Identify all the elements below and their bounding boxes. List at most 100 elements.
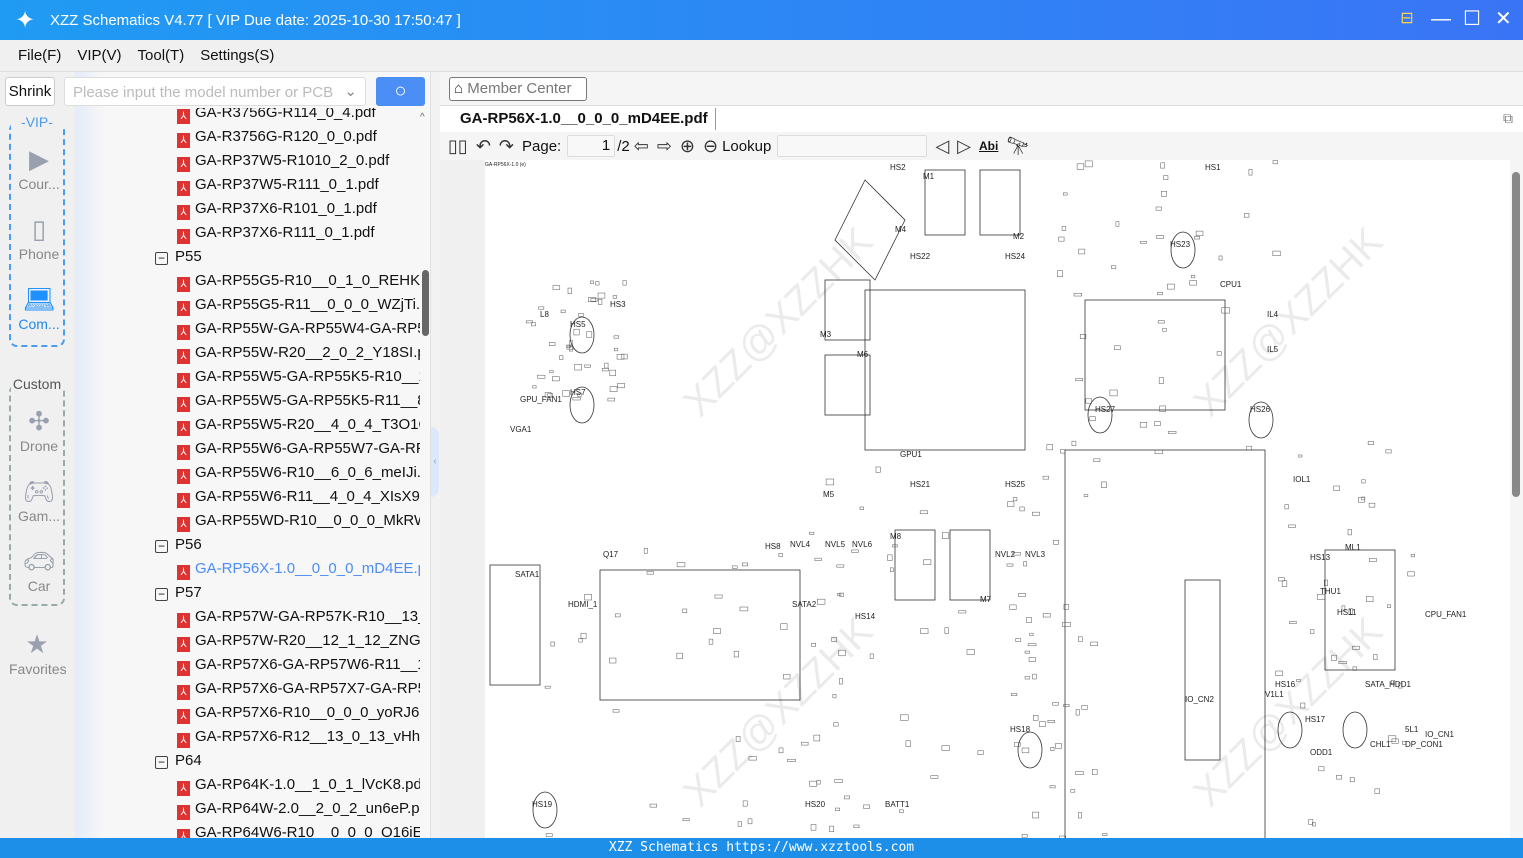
collapse-toggle-icon[interactable]: −: [155, 252, 168, 265]
component-mark: [905, 740, 911, 747]
menu-tool[interactable]: Tool(T): [138, 47, 185, 64]
component-mark: [1154, 449, 1163, 455]
minimize-button[interactable]: —: [1431, 8, 1451, 30]
tree-item-label: GA-RP55W6-R10__6_0_6_meIJi.pdf: [195, 464, 420, 481]
tree-file[interactable]: ⅄ GA-RP57X6-GA-RP57W6-R11__1: [177, 653, 420, 677]
tree-file[interactable]: ⅄ GA-RP55W-GA-RP55W4-GA-RP55: [177, 317, 420, 341]
status-bar: XZZ Schematics https://www.xzztools.com: [0, 838, 1523, 858]
close-button[interactable]: ✕: [1495, 8, 1512, 30]
tree-file[interactable]: ⅄ GA-RP55W6-R10__6_0_6_meIJi.pdf: [177, 461, 420, 485]
component-mark: [1077, 636, 1083, 642]
component-mark: [1028, 657, 1036, 662]
document-scroll-thumb[interactable]: [1512, 172, 1520, 497]
tree-file[interactable]: ⅄ GA-R3756G-R114_0_4.pdf: [177, 108, 420, 125]
tree-file[interactable]: ⅄ GA-R3756G-R120_0_0.pdf: [177, 125, 420, 149]
panel-splitter[interactable]: ‹: [430, 72, 440, 838]
maximize-button[interactable]: ☐: [1463, 8, 1481, 30]
member-center-button[interactable]: ⌂ Member Center: [449, 77, 587, 101]
document-tab[interactable]: GA-RP56X-1.0__0_0_0_mD4EE.pdf: [460, 110, 708, 127]
menu-settings[interactable]: Settings(S): [200, 47, 274, 64]
binoculars-icon[interactable]: 🔭︎: [1006, 136, 1029, 157]
file-tree: ⅄ GA-R3756G-R114_0_4.pdf ⅄ GA-R3756G-R120_0…: [75, 108, 420, 838]
tree-item-label: GA-RP37W5-R1010_2_0.pdf: [195, 152, 390, 169]
tree-folder[interactable]: − P56: [155, 533, 202, 557]
menu-file[interactable]: File(F): [18, 47, 61, 64]
match-case-button[interactable]: Abi: [979, 139, 998, 153]
find-prev-icon[interactable]: ◁: [935, 136, 949, 157]
tree-file[interactable]: ⅄ GA-RP64W-2.0__2_0_2_un6eP.pdf: [177, 797, 420, 821]
collapse-toggle-icon[interactable]: −: [155, 756, 168, 769]
tree-file[interactable]: ⅄ GA-RP55W5-GA-RP55K5-R10__1: [177, 365, 420, 389]
component-mark: [839, 592, 844, 597]
component-label: HS25: [1005, 480, 1026, 489]
tree-file[interactable]: ⅄ GA-RP55W6-GA-RP55W7-GA-RP5: [177, 437, 420, 461]
tree-file[interactable]: ⅄ GA-RP55W6-R11__4_0_4_XIsX9.pdf: [177, 485, 420, 509]
tree-file[interactable]: ⅄ GA-RP37W5-R111_0_1.pdf: [177, 173, 420, 197]
rail-item-favorites[interactable]: ★ Favorites: [9, 627, 67, 677]
find-next-icon[interactable]: ▷: [957, 136, 971, 157]
tree-file[interactable]: ⅄ GA-RP64W6-R10__0_0_0_O16iE.pdf: [177, 821, 420, 838]
tree-file[interactable]: ⅄ GA-RP55W5-R20__4_0_4_T3O1Q.pdf: [177, 413, 420, 437]
component-mark: [1156, 235, 1164, 239]
tree-folder[interactable]: − P57: [155, 581, 202, 605]
tree-file[interactable]: ⅄ GA-RP64K-1.0__1_0_1_lVcK8.pdf: [177, 773, 420, 797]
shrink-button[interactable]: Shrink: [5, 77, 55, 106]
tree-scrollbar[interactable]: ^: [420, 108, 430, 838]
zoom-out-icon[interactable]: ⊖: [703, 136, 718, 157]
document-canvas[interactable]: GA-RP56X-1.0 (e) HS2 M1 HS1 M4 M2 HS22 HS24 HS2…: [440, 160, 1510, 838]
tree-file[interactable]: ⅄ GA-RP37X6-R101_0_1.pdf: [177, 197, 420, 221]
rotate-right-icon[interactable]: ↷: [499, 136, 514, 157]
menu-vip[interactable]: VIP(V): [77, 47, 121, 64]
component-mark: [584, 364, 591, 368]
rail-item-drone[interactable]: ✣ Drone: [11, 404, 67, 454]
collapse-toggle-icon[interactable]: −: [155, 540, 168, 553]
rail-item-car[interactable]: 🚗︎ Car: [11, 544, 67, 594]
collapse-icon[interactable]: ‹: [431, 427, 439, 497]
page-input[interactable]: 1: [567, 135, 616, 157]
search-input[interactable]: Please input the model number or PCB ⌄: [64, 77, 366, 106]
chevron-down-icon[interactable]: ⌄: [344, 82, 357, 100]
tree-file[interactable]: ⅄ GA-RP37X6-R111_0_1.pdf: [177, 221, 420, 245]
tree-folder[interactable]: − P64: [155, 749, 202, 773]
close-tab-icon[interactable]: ⧉: [1503, 110, 1513, 127]
component-mark: [733, 650, 739, 658]
vip-bag-icon[interactable]: ⊟: [1399, 8, 1415, 30]
component-mark: [1027, 643, 1037, 647]
tree-file[interactable]: ⅄ GA-RP57X6-GA-RP57X7-GA-RP57: [177, 677, 420, 701]
tree-item-label: GA-R3756G-R120_0_0.pdf: [195, 128, 377, 145]
tree-file[interactable]: ⅄ GA-RP55WD-R10__0_0_0_MkRW: [177, 509, 420, 533]
two-page-icon[interactable]: ▯▯: [448, 136, 468, 157]
tree-file[interactable]: ⅄ GA-RP55W5-GA-RP55K5-R11__8: [177, 389, 420, 413]
tree-file[interactable]: ⅄ GA-RP57W-R20__12_1_12_ZNG8E: [177, 629, 420, 653]
scroll-thumb[interactable]: [422, 270, 429, 336]
tree-file[interactable]: ⅄ GA-RP55G5-R10__0_1_0_REHK8.pdf: [177, 269, 420, 293]
component-mark: [1058, 236, 1065, 242]
rotate-left-icon[interactable]: ↶: [476, 136, 491, 157]
component-mark: [714, 594, 723, 599]
search-button[interactable]: ○: [376, 77, 425, 106]
component-mark: [1246, 445, 1252, 451]
document-scrollbar[interactable]: [1510, 160, 1523, 838]
lookup-input[interactable]: [777, 135, 928, 157]
collapse-toggle-icon[interactable]: −: [155, 588, 168, 601]
rail-item-game[interactable]: 🎮︎ Gam...: [11, 474, 67, 524]
rail-item-course[interactable]: ▶ Cour...: [11, 142, 67, 192]
component-mark: [1060, 449, 1066, 454]
tree-file[interactable]: ⅄ GA-RP55G5-R11__0_0_0_WZjTi.pdf: [177, 293, 420, 317]
tree-file[interactable]: ⅄ GA-RP57X6-R10__0_0_0_yoRJ6.pdf: [177, 701, 420, 725]
component-mark: [1012, 497, 1018, 502]
component-mark: [941, 745, 950, 751]
tree-file[interactable]: ⅄ GA-RP56X-1.0__0_0_0_mD4EE.pdf: [177, 557, 420, 581]
tree-item-label: GA-RP56X-1.0__0_0_0_mD4EE.pdf: [195, 560, 420, 577]
zoom-in-icon[interactable]: ⊕: [680, 136, 695, 157]
scroll-up-icon[interactable]: ^: [420, 112, 425, 123]
tree-file[interactable]: ⅄ GA-RP37W5-R1010_2_0.pdf: [177, 149, 420, 173]
tree-file[interactable]: ⅄ GA-RP55W-R20__2_0_2_Y18SI.pdf: [177, 341, 420, 365]
next-page-icon[interactable]: ⇨: [657, 136, 672, 157]
prev-page-icon[interactable]: ⇦: [634, 136, 649, 157]
tree-file[interactable]: ⅄ GA-RP57W-GA-RP57K-R10__13_0: [177, 605, 420, 629]
rail-item-phone[interactable]: ▯ Phone: [11, 212, 67, 262]
tree-folder[interactable]: − P55: [155, 245, 202, 269]
rail-item-computer[interactable]: 💻︎ Com...: [11, 282, 67, 332]
tree-file[interactable]: ⅄ GA-RP57X6-R12__13_0_13_vHhvw: [177, 725, 420, 749]
